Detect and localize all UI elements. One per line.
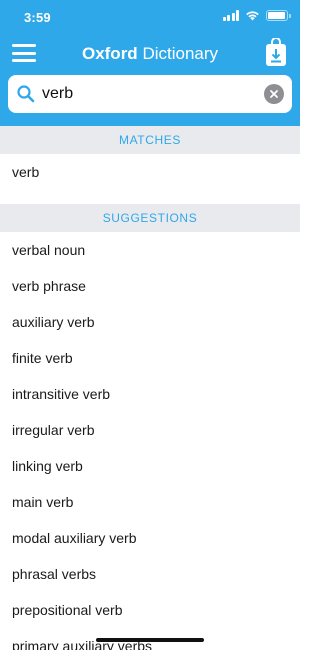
list-item[interactable]: intransitive verb xyxy=(0,376,300,412)
close-icon xyxy=(270,90,278,98)
list-item[interactable]: irregular verb xyxy=(0,412,300,448)
list-item[interactable]: finite verb xyxy=(0,340,300,376)
home-indicator[interactable] xyxy=(96,638,204,642)
nav-row: Oxford Dictionary xyxy=(0,36,300,72)
download-bag-icon[interactable] xyxy=(264,38,288,68)
list-item[interactable]: verb phrase xyxy=(0,268,300,304)
suggestions-header: SUGGESTIONS xyxy=(0,204,300,232)
list-item[interactable]: verb xyxy=(0,154,300,190)
app-title-rest: Dictionary xyxy=(142,44,219,63)
search-bar xyxy=(8,75,292,113)
list-item[interactable]: phrasal verbs xyxy=(0,556,300,592)
list-item[interactable]: modal auxiliary verb xyxy=(0,520,300,556)
list-item[interactable]: auxiliary verb xyxy=(0,304,300,340)
search-input[interactable] xyxy=(42,85,262,103)
section-gap xyxy=(0,190,300,204)
battery-icon xyxy=(266,10,291,21)
list-item[interactable]: main verb xyxy=(0,484,300,520)
matches-header: MATCHES xyxy=(0,126,300,154)
app-title-brand: Oxford xyxy=(81,44,138,63)
list-item[interactable]: verbal noun xyxy=(0,232,300,268)
results-list: MATCHES verb SUGGESTIONS verbal noun verb… xyxy=(0,126,300,650)
status-bar: 3:59 xyxy=(0,0,300,36)
matches-list: verb xyxy=(0,154,300,190)
suggestions-list: verbal noun verb phrase auxiliary verb fini… xyxy=(0,232,300,650)
wifi-icon xyxy=(246,11,259,21)
cellular-signal-icon xyxy=(222,10,239,21)
app-title: Oxford Dictionary xyxy=(0,44,300,64)
battery-level xyxy=(268,12,286,19)
status-time: 3:59 xyxy=(24,10,51,25)
status-icons xyxy=(222,10,291,21)
top-bar: 3:59 Oxford Dictionary xyxy=(0,0,300,126)
search-icon xyxy=(17,85,35,103)
list-item[interactable]: prepositional verb xyxy=(0,592,300,628)
list-item[interactable]: linking verb xyxy=(0,448,300,484)
clear-search-icon[interactable] xyxy=(264,84,284,104)
